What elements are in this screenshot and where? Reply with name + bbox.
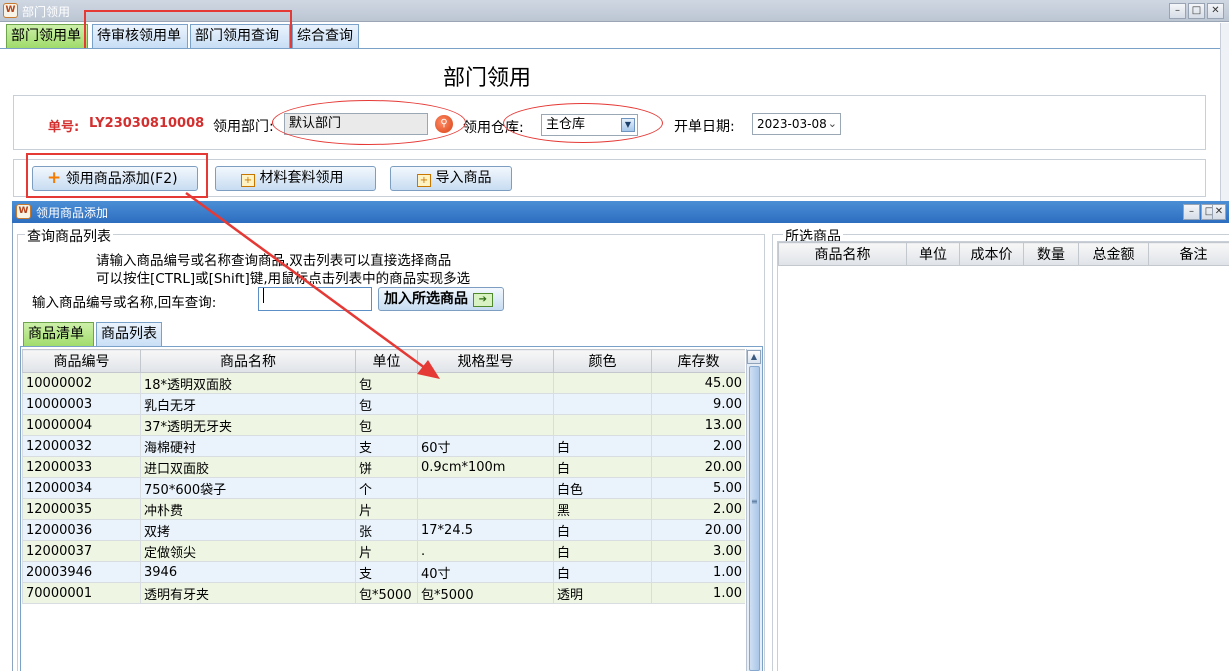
- arrow-line: [185, 191, 426, 370]
- annotation-arrow: [185, 191, 440, 379]
- arrow-head: [417, 360, 440, 379]
